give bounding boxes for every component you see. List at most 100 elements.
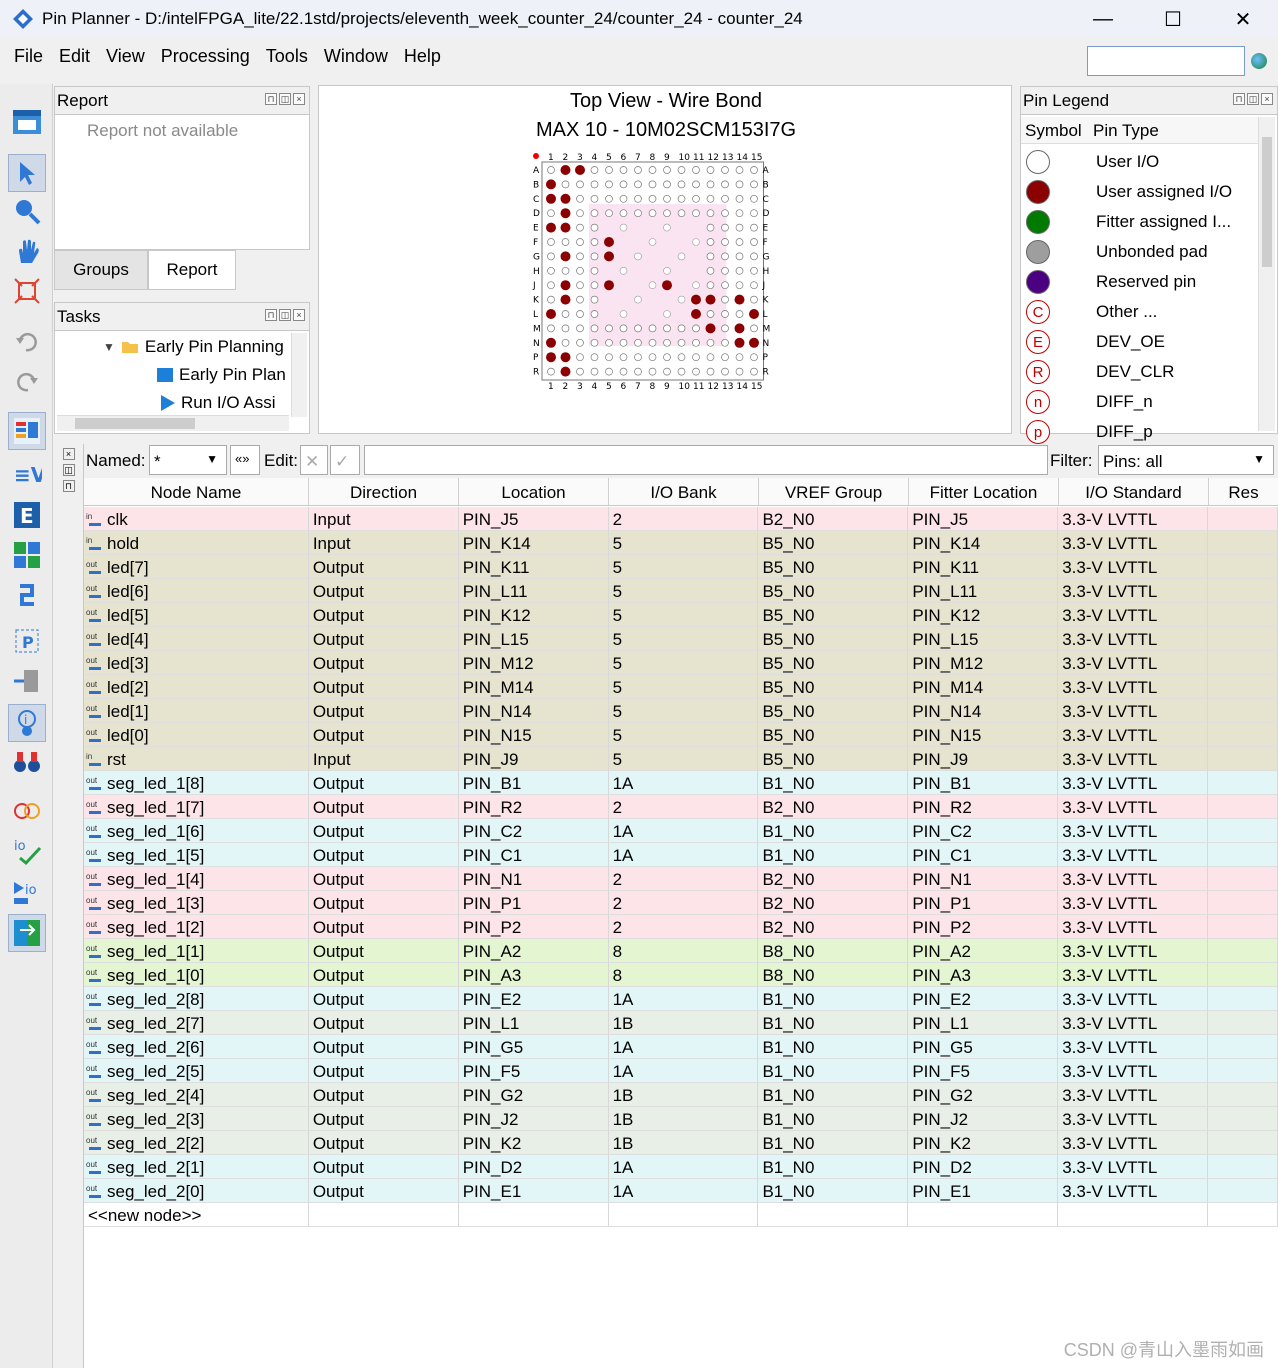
vref-group-cell[interactable]: B1_N0 xyxy=(758,1011,909,1035)
direction-cell[interactable]: Output xyxy=(308,843,459,867)
direction-cell[interactable]: Output xyxy=(308,627,459,651)
package-diagram[interactable]: 1122334455667788991010111112121313141415… xyxy=(493,146,843,430)
location-cell[interactable]: PIN_M12 xyxy=(458,651,609,675)
io-standard-cell[interactable]: 3.3-V LVTTL xyxy=(1058,819,1209,843)
io-standard-cell[interactable]: 3.3-V LVTTL xyxy=(1058,699,1209,723)
io-standard-cell[interactable]: 3.3-V LVTTL xyxy=(1058,1059,1209,1083)
fitter-location-cell[interactable]: PIN_P1 xyxy=(908,891,1059,915)
empty-cell[interactable] xyxy=(908,1203,1059,1227)
location-cell[interactable]: PIN_C2 xyxy=(458,819,609,843)
legend-scrollbar[interactable] xyxy=(1258,117,1275,431)
location-cell[interactable]: PIN_A3 xyxy=(458,963,609,987)
io-bank-cell[interactable]: 1B xyxy=(608,1107,759,1131)
vref-group-cell[interactable]: B1_N0 xyxy=(758,1179,909,1203)
select-pointer-icon[interactable] xyxy=(8,154,46,192)
direction-cell[interactable]: Output xyxy=(308,819,459,843)
col-node-name[interactable]: Node Name xyxy=(84,478,309,505)
node-name-cell[interactable]: out led[1] xyxy=(84,699,309,723)
direction-cell[interactable]: Output xyxy=(308,1035,459,1059)
view-icon[interactable] xyxy=(8,102,46,140)
reserved-cell[interactable] xyxy=(1208,723,1278,747)
direction-cell[interactable]: Output xyxy=(308,1107,459,1131)
location-cell[interactable]: PIN_K14 xyxy=(458,531,609,555)
col-io-bank[interactable]: I/O Bank xyxy=(609,478,759,505)
new-node-row[interactable]: <<new node>> xyxy=(84,1203,1278,1227)
reserved-cell[interactable] xyxy=(1208,651,1278,675)
filter-combo[interactable]: Pins: all ▼ xyxy=(1098,445,1274,475)
location-cell[interactable]: PIN_F5 xyxy=(458,1059,609,1083)
node-name-cell[interactable]: out seg_led_2[2] xyxy=(84,1131,309,1155)
vref-group-cell[interactable]: B5_N0 xyxy=(758,627,909,651)
io-standard-cell[interactable]: 3.3-V LVTTL xyxy=(1058,915,1209,939)
float-icon[interactable]: ◫ xyxy=(1247,93,1259,105)
table-row[interactable]: out seg_led_2[0] Output PIN_E1 1A B1_N0 PIN_E1… xyxy=(84,1179,1278,1203)
reserved-cell[interactable] xyxy=(1208,1155,1278,1179)
fitter-location-cell[interactable]: PIN_J2 xyxy=(908,1107,1059,1131)
io-standard-cell[interactable]: 3.3-V LVTTL xyxy=(1058,579,1209,603)
float-icon[interactable]: ◫ xyxy=(279,93,291,105)
node-name-cell[interactable]: out seg_led_2[7] xyxy=(84,1011,309,1035)
fitter-location-cell[interactable]: PIN_L11 xyxy=(908,579,1059,603)
direction-cell[interactable]: Output xyxy=(308,1131,459,1155)
io-standard-cell[interactable]: 3.3-V LVTTL xyxy=(1058,507,1209,531)
tasks-vscrollbar[interactable] xyxy=(291,333,307,417)
location-cell[interactable]: PIN_L1 xyxy=(458,1011,609,1035)
location-cell[interactable]: PIN_P1 xyxy=(458,891,609,915)
locate-icon[interactable] xyxy=(8,792,46,830)
io-standard-cell[interactable]: 3.3-V LVTTL xyxy=(1058,747,1209,771)
node-name-cell[interactable]: in rst xyxy=(84,747,309,771)
netlist-icon[interactable] xyxy=(8,576,46,614)
io-bank-cell[interactable]: 1B xyxy=(608,1131,759,1155)
location-cell[interactable]: PIN_B1 xyxy=(458,771,609,795)
direction-cell[interactable]: Output xyxy=(308,963,459,987)
task-item-early-pin-plan[interactable]: Early Pin Plan xyxy=(157,365,286,385)
io-bank-cell[interactable]: 1A xyxy=(608,819,759,843)
named-browse-button[interactable]: «» xyxy=(230,445,260,475)
export-icon[interactable] xyxy=(8,914,46,952)
col-reserved[interactable]: Res xyxy=(1209,478,1278,505)
io-standard-cell[interactable]: 3.3-V LVTTL xyxy=(1058,1083,1209,1107)
direction-cell[interactable]: Output xyxy=(308,723,459,747)
location-cell[interactable]: PIN_G5 xyxy=(458,1035,609,1059)
direction-cell[interactable]: Output xyxy=(308,771,459,795)
reserved-cell[interactable] xyxy=(1208,915,1278,939)
reserved-cell[interactable] xyxy=(1208,819,1278,843)
node-name-cell[interactable]: out led[4] xyxy=(84,627,309,651)
chip-planner-icon[interactable] xyxy=(8,536,46,574)
vref-group-cell[interactable]: B5_N0 xyxy=(758,747,909,771)
io-standard-cell[interactable]: 3.3-V LVTTL xyxy=(1058,891,1209,915)
vref-group-cell[interactable]: B1_N0 xyxy=(758,987,909,1011)
io-bank-cell[interactable]: 5 xyxy=(608,651,759,675)
table-row[interactable]: out seg_led_2[4] Output PIN_G2 1B B1_N0 PIN_G2… xyxy=(84,1083,1278,1107)
io-bank-cell[interactable]: 5 xyxy=(608,699,759,723)
table-row[interactable]: out seg_led_2[3] Output PIN_J2 1B B1_N0 PIN_J2… xyxy=(84,1107,1278,1131)
table-row[interactable]: out led[2] Output PIN_M14 5 B5_N0 PIN_M14 3.3-V… xyxy=(84,675,1278,699)
table-row[interactable]: out seg_led_2[8] Output PIN_E2 1A B1_N0 PIN_E2… xyxy=(84,987,1278,1011)
fit-window-icon[interactable] xyxy=(8,272,46,310)
io-standard-cell[interactable]: 3.3-V LVTTL xyxy=(1058,843,1209,867)
reserved-cell[interactable] xyxy=(1208,1107,1278,1131)
table-row[interactable]: out seg_led_1[0] Output PIN_A3 8 B8_N0 PIN_A3 3… xyxy=(84,963,1278,987)
pin-icon[interactable]: ⊓ xyxy=(1233,93,1245,105)
location-cell[interactable]: PIN_E2 xyxy=(458,987,609,1011)
io-bank-cell[interactable]: 1B xyxy=(608,1011,759,1035)
node-name-cell[interactable]: out led[3] xyxy=(84,651,309,675)
fitter-location-cell[interactable]: PIN_M14 xyxy=(908,675,1059,699)
reserved-cell[interactable] xyxy=(1208,891,1278,915)
close-panel-icon[interactable]: × xyxy=(293,93,305,105)
vref-group-cell[interactable]: B2_N0 xyxy=(758,915,909,939)
direction-cell[interactable]: Input xyxy=(308,747,459,771)
reserved-cell[interactable] xyxy=(1208,531,1278,555)
fitter-location-cell[interactable]: PIN_K14 xyxy=(908,531,1059,555)
location-cell[interactable]: PIN_M14 xyxy=(458,675,609,699)
table-row[interactable]: in rst Input PIN_J9 5 B5_N0 PIN_J9 3.3-V LVTTL xyxy=(84,747,1278,771)
table-row[interactable]: out seg_led_1[7] Output PIN_R2 2 B2_N0 PIN_R2 3… xyxy=(84,795,1278,819)
io-standard-cell[interactable]: 3.3-V LVTTL xyxy=(1058,1035,1209,1059)
location-cell[interactable]: PIN_L11 xyxy=(458,579,609,603)
vref-group-cell[interactable]: B1_N0 xyxy=(758,1083,909,1107)
close-panel-icon[interactable]: × xyxy=(62,448,75,460)
location-cell[interactable]: PIN_N15 xyxy=(458,723,609,747)
node-name-cell[interactable]: out seg_led_1[3] xyxy=(84,891,309,915)
io-standard-cell[interactable]: 3.3-V LVTTL xyxy=(1058,723,1209,747)
direction-cell[interactable]: Output xyxy=(308,1059,459,1083)
